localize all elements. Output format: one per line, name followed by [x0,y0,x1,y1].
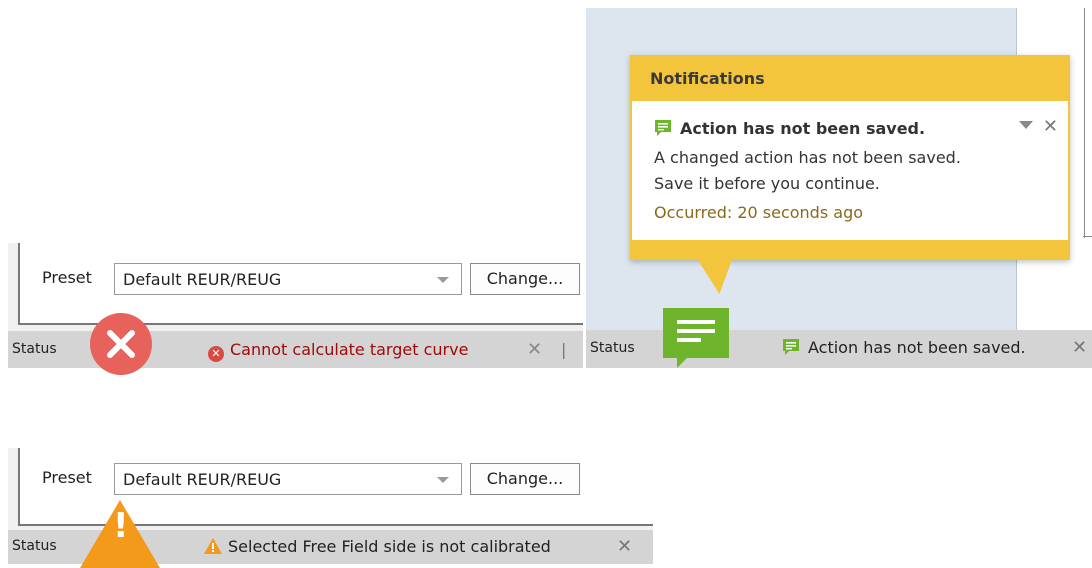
close-icon[interactable]: ✕ [527,339,542,360]
status-warning-message[interactable]: Selected Free Field side is not calibrat… [204,537,551,558]
change-button[interactable]: Change... [470,263,580,295]
error-status-panel: Preset Default REUR/REUG Change... Statu… [8,243,583,375]
message-icon [782,338,800,360]
notification-body-line: Save it before you continue. [654,174,880,193]
notification-timestamp: Occurred: 20 seconds ago [654,203,864,222]
preset-dropdown-value: Default REUR/REUG [123,270,282,289]
popup-pointer [683,258,733,294]
message-icon [654,119,672,141]
preset-dropdown[interactable]: Default REUR/REUG [114,463,462,495]
divider [1084,8,1085,238]
status-error-message[interactable]: ✕ Cannot calculate target curve [208,340,468,362]
notification-body-line: A changed action has not been saved. [654,148,961,167]
chevron-down-icon [437,277,449,283]
preset-label: Preset [42,268,92,287]
big-message-icon[interactable] [663,308,729,368]
notification-header: Notifications [632,57,1068,101]
notification-title: Action has not been saved. [654,119,925,141]
warning-status-panel: Preset Default REUR/REUG Change... Statu… [8,448,653,568]
change-button[interactable]: Change... [470,463,580,495]
notification-title-text: Action has not been saved. [680,119,926,138]
chevron-down-icon[interactable] [1018,121,1033,129]
preset-dropdown[interactable]: Default REUR/REUG [114,263,462,295]
status-label: Status [590,340,635,356]
warning-exclamation: ! [113,506,129,546]
status-warning-text: Selected Free Field side is not calibrat… [228,537,551,556]
notification-popup: Notifications Action has not been saved.… [630,55,1070,260]
status-notification-message[interactable]: Action has not been saved. [782,338,1026,360]
notification-panel: Notifications Action has not been saved.… [586,8,1092,368]
status-label: Status [12,341,57,357]
status-notification-text: Action has not been saved. [808,338,1026,357]
preset-dropdown-value: Default REUR/REUG [123,470,282,489]
close-icon[interactable]: ✕ [1043,116,1058,137]
status-error-text: Cannot calculate target curve [230,340,469,359]
status-label: Status [12,538,57,554]
warning-icon [204,538,222,558]
status-separator: | [561,340,567,359]
close-icon[interactable]: ✕ [617,536,632,557]
preset-label: Preset [42,468,92,487]
close-icon[interactable]: ✕ [1072,337,1087,358]
divider [1083,236,1092,237]
error-icon: ✕ [208,346,224,362]
notification-controls: ✕ [1018,116,1058,137]
chevron-down-icon [437,477,449,483]
notification-footer [632,240,1068,258]
big-error-icon [90,313,152,375]
